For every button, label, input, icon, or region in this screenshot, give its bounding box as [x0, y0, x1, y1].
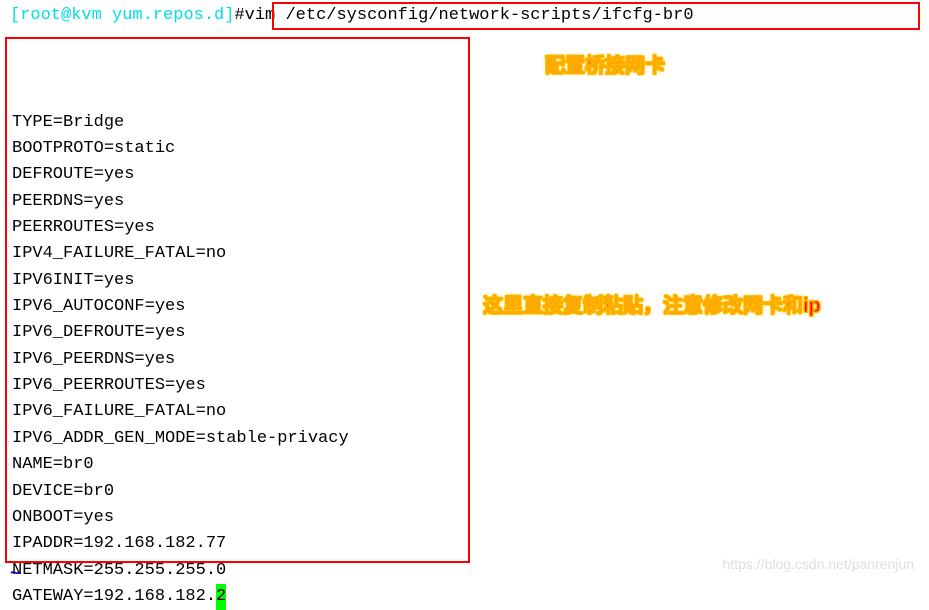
annotation-bridge-config: 配置桥接网卡 — [545, 49, 665, 78]
config-line: DEVICE=br0 — [12, 482, 114, 501]
config-line: IPV6_FAILURE_FATAL=no — [12, 402, 226, 421]
config-line: PEERDNS=yes — [12, 192, 124, 211]
command-highlight-box — [272, 2, 920, 30]
watermark-text: https://blog.csdn.net/panrenjun — [723, 556, 914, 572]
prompt-space — [102, 6, 112, 25]
config-line: IPV6_AUTOCONF=yes — [12, 297, 185, 316]
config-line: BOOTPROTO=static — [12, 139, 175, 158]
prompt-user-host: root@kvm — [20, 6, 102, 25]
vim-tilde: ~ — [10, 565, 20, 584]
config-line: IPADDR=192.168.182.77 — [12, 534, 226, 553]
config-line: DEFROUTE=yes — [12, 165, 134, 184]
annotation-copy-paste: 这里直接复制粘贴，注意修改网卡和ip — [483, 289, 821, 318]
config-line: IPV6_PEERDNS=yes — [12, 350, 175, 369]
config-line: ONBOOT=yes — [12, 508, 114, 527]
config-line: IPV4_FAILURE_FATAL=no — [12, 244, 226, 263]
config-line: PEERROUTES=yes — [12, 218, 155, 237]
vim-cursor: 2 — [216, 584, 226, 610]
prompt-path: yum.repos.d — [112, 6, 224, 25]
config-line: IPV6_PEERROUTES=yes — [12, 376, 206, 395]
prompt-hash: # — [234, 6, 244, 25]
config-line: IPV6_DEFROUTE=yes — [12, 323, 185, 342]
vim-editor-content[interactable]: TYPE=Bridge BOOTPROTO=static DEFROUTE=ye… — [12, 57, 349, 610]
config-line: IPV6_ADDR_GEN_MODE=stable-privacy — [12, 429, 349, 448]
config-line: NAME=br0 — [12, 455, 94, 474]
config-line: NETMASK=255.255.255.0 — [12, 561, 226, 580]
config-line: TYPE=Bridge — [12, 113, 124, 132]
config-line: IPV6INIT=yes — [12, 271, 134, 290]
prompt-bracket-open: [ — [10, 6, 20, 25]
prompt-bracket-close: ] — [224, 6, 234, 25]
